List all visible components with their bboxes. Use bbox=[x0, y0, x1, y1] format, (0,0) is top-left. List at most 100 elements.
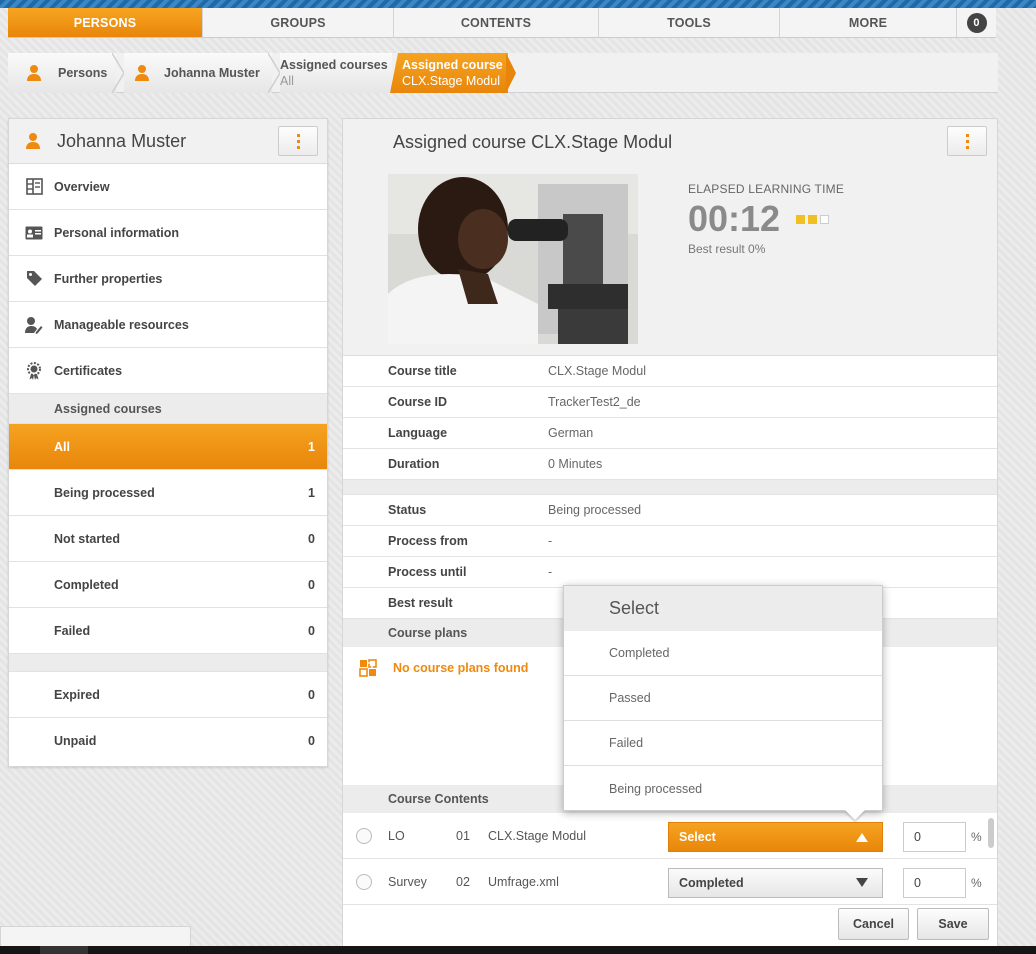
no-course-plans-label: No course plans found bbox=[393, 661, 529, 675]
elapsed-time: 00:12 bbox=[688, 198, 781, 239]
status-value: - bbox=[548, 534, 553, 548]
filter-failed[interactable]: Failed 0 bbox=[9, 608, 327, 654]
breadcrumb-current-sub: CLX.Stage Modul bbox=[402, 74, 500, 88]
detail-key: Course ID bbox=[388, 395, 448, 409]
breadcrumb-current-label: Assigned course bbox=[402, 58, 503, 72]
detail-value: CLX.Stage Modul bbox=[548, 364, 646, 378]
caret-up-icon bbox=[856, 833, 868, 842]
content-status-dropdown[interactable]: Completed bbox=[668, 868, 883, 898]
nav-tools[interactable]: TOOLS bbox=[599, 8, 780, 37]
status-key: Process from bbox=[388, 534, 468, 548]
sidebar-item-label: Further properties bbox=[54, 271, 163, 286]
sidebar-item-personal-information[interactable]: Personal information bbox=[9, 210, 327, 256]
course-options-button[interactable] bbox=[947, 126, 987, 156]
detail-row: Duration 0 Minutes bbox=[343, 449, 997, 480]
content-percent-input[interactable]: 0 bbox=[903, 822, 966, 852]
nav-persons[interactable]: PERSONS bbox=[8, 8, 203, 37]
filter-not-started[interactable]: Not started 0 bbox=[9, 516, 327, 562]
detail-value: 0 Minutes bbox=[548, 457, 603, 471]
detail-key: Language bbox=[388, 426, 448, 440]
sidebar-options-button[interactable] bbox=[278, 126, 318, 156]
breadcrumb-current: Assigned course CLX.Stage Modul bbox=[390, 53, 508, 93]
content-select-radio[interactable] bbox=[356, 873, 372, 890]
filter-unpaid[interactable]: Unpaid 0 bbox=[9, 718, 327, 764]
detail-row: Course title CLX.Stage Modul bbox=[343, 356, 997, 387]
notification-badge[interactable]: 0 bbox=[966, 12, 987, 33]
person-icon bbox=[135, 65, 149, 81]
overview-icon bbox=[25, 178, 43, 196]
content-name: Umfrage.xml bbox=[488, 874, 559, 889]
percent-sign: % bbox=[971, 876, 982, 890]
person-icon bbox=[27, 65, 41, 81]
status-key: Status bbox=[388, 503, 427, 517]
filter-all[interactable]: All 1 bbox=[9, 424, 327, 470]
detail-value: TrackerTest2_de bbox=[548, 395, 641, 409]
detail-key: Duration bbox=[388, 457, 440, 471]
status-value: Being processed bbox=[548, 503, 642, 517]
breadcrumb-assigned-courses-label: Assigned courses bbox=[280, 58, 388, 72]
breadcrumb-assigned-courses[interactable]: Assigned courses All bbox=[280, 53, 392, 93]
filter-count: 1 bbox=[308, 439, 315, 454]
sidebar-item-label: Personal information bbox=[54, 225, 180, 240]
filter-being-processed[interactable]: Being processed 1 bbox=[9, 470, 327, 516]
course-plan-icon bbox=[359, 659, 377, 677]
dropdown-option-completed[interactable]: Completed bbox=[564, 631, 882, 676]
breadcrumb-person[interactable]: Johanna Muster bbox=[124, 53, 272, 93]
dropdown-menu-pointer bbox=[845, 810, 865, 820]
course-hero: ELAPSED LEARNING TIME 00:12 Best result … bbox=[343, 166, 997, 356]
dropdown-value: Select bbox=[679, 830, 716, 844]
filter-count: 0 bbox=[308, 577, 315, 592]
filter-completed[interactable]: Completed 0 bbox=[9, 562, 327, 608]
sidebar-item-further-properties[interactable]: Further properties bbox=[9, 256, 327, 302]
nav-more[interactable]: MORE bbox=[780, 8, 957, 37]
sidebar-item-certificates[interactable]: Certificates bbox=[9, 348, 327, 394]
content-type: LO bbox=[388, 828, 405, 843]
section-divider bbox=[343, 480, 997, 495]
page-title: Assigned course CLX.Stage Modul bbox=[393, 132, 673, 152]
sidebar-person-name: Johanna Muster bbox=[57, 130, 187, 151]
sidebar-header: Johanna Muster bbox=[9, 119, 327, 164]
content-status-dropdown[interactable]: Select bbox=[668, 822, 883, 852]
breadcrumb-persons-label: Persons bbox=[58, 66, 108, 80]
detail-key: Course title bbox=[388, 364, 457, 378]
content-select-radio[interactable] bbox=[356, 827, 372, 844]
dropdown-option-passed[interactable]: Passed bbox=[564, 676, 882, 721]
sidebar-item-manageable-resources[interactable]: Manageable resources bbox=[9, 302, 327, 348]
filter-label: Expired bbox=[54, 687, 100, 702]
detail-row: Course ID TrackerTest2_de bbox=[343, 387, 997, 418]
status-value: - bbox=[548, 565, 553, 579]
content-number: 01 bbox=[456, 828, 470, 843]
bottom-tab bbox=[0, 926, 191, 948]
nav-contents[interactable]: CONTENTS bbox=[394, 8, 599, 37]
dropdown-menu-header[interactable]: Select bbox=[564, 586, 882, 631]
dropdown-option-failed[interactable]: Failed bbox=[564, 721, 882, 766]
caret-down-icon bbox=[856, 878, 868, 887]
sidebar-item-label: Manageable resources bbox=[54, 317, 189, 332]
save-button[interactable]: Save bbox=[917, 908, 989, 940]
best-result-summary: Best result 0% bbox=[688, 242, 766, 256]
sidebar-item-label: Certificates bbox=[54, 363, 123, 378]
filter-label: Being processed bbox=[54, 485, 155, 500]
filter-expired[interactable]: Expired 0 bbox=[9, 672, 327, 718]
detail-row: Language German bbox=[343, 418, 997, 449]
top-stripe bbox=[0, 0, 1036, 8]
detail-value: German bbox=[548, 426, 594, 440]
filter-count: 0 bbox=[308, 623, 315, 638]
status-row: Status Being processed bbox=[343, 495, 997, 526]
notifications[interactable]: 0 bbox=[957, 8, 996, 37]
sidebar-item-overview[interactable]: Overview bbox=[9, 164, 327, 210]
dropdown-option-being-processed[interactable]: Being processed bbox=[564, 766, 882, 811]
dropdown-value: Completed bbox=[679, 876, 744, 890]
cancel-button[interactable]: Cancel bbox=[838, 908, 909, 940]
filter-label: Failed bbox=[54, 623, 91, 638]
content-percent-input[interactable]: 0 bbox=[903, 868, 966, 898]
scrollbar[interactable] bbox=[988, 818, 994, 848]
filter-count: 1 bbox=[308, 485, 315, 500]
user-edit-icon bbox=[25, 316, 43, 334]
content-row: LO 01 CLX.Stage Modul Select 0 % bbox=[343, 813, 997, 859]
breadcrumb-persons[interactable]: Persons bbox=[8, 53, 116, 93]
nav-groups[interactable]: GROUPS bbox=[203, 8, 394, 37]
certificate-icon bbox=[25, 361, 43, 380]
course-detail-header: Assigned course CLX.Stage Modul bbox=[343, 119, 997, 166]
course-image bbox=[388, 174, 638, 344]
